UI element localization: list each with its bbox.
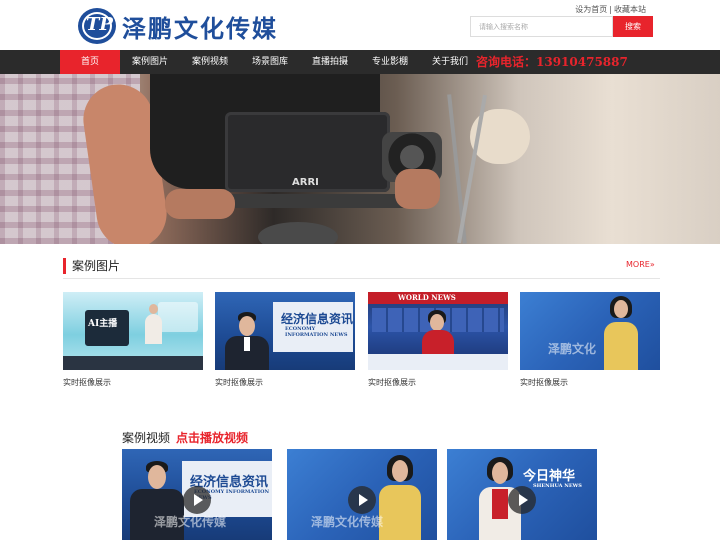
bookmark-link[interactable]: 收藏本站	[614, 5, 646, 14]
section-subtitle-videos: 点击播放视频	[176, 431, 249, 445]
photo-caption[interactable]: 实时抠像展示	[63, 377, 111, 388]
top-links-separator: |	[609, 5, 612, 14]
search-button[interactable]: 搜索	[613, 16, 653, 37]
video-overlay-text: 今日神华	[523, 469, 576, 484]
banner-tripod-leg	[457, 94, 487, 244]
nav-item-home[interactable]: 首页	[60, 50, 120, 74]
anchor-body	[145, 314, 162, 344]
photo-card[interactable]: 经济信息资讯 ECONOMY INFORMATION NEWS	[215, 292, 355, 370]
photo-card[interactable]: AI主播	[63, 292, 203, 370]
main-nav: 首页 案例图片 案例视频 场景图库 直播拍摄 专业影棚 关于我们 咨询电话：13…	[0, 50, 720, 74]
photo-caption[interactable]: 实时抠像展示	[520, 377, 568, 388]
video-watermark: 泽鹏文化传媒	[311, 515, 384, 529]
photo-card[interactable]: 泽鹏文化	[520, 292, 660, 370]
anchor-head	[239, 316, 255, 336]
hero-banner[interactable]: ARRI	[0, 74, 720, 244]
nav-item-scene-library[interactable]: 场景图库	[240, 50, 300, 74]
logo-mark-letters: TP	[86, 14, 113, 35]
nav-item-case-photos[interactable]: 案例图片	[120, 50, 180, 74]
play-icon[interactable]	[508, 486, 536, 514]
nav-item-about[interactable]: 关于我们	[420, 50, 480, 74]
card-overlay-subtext: ECONOMY INFORMATION NEWS	[285, 326, 348, 338]
news-ticker	[368, 354, 508, 370]
video-overlay-subtext: SHENHUA NEWS	[533, 483, 582, 489]
card-overlay-text: WORLD NEWS	[398, 293, 456, 302]
anchor-head	[148, 465, 166, 489]
camera-brand-label: ARRI	[292, 177, 319, 188]
site-logo[interactable]: TP 泽鹏文化传媒	[78, 8, 278, 44]
anchor-head	[430, 314, 444, 331]
logo-icon: TP	[78, 8, 116, 44]
anchor-head	[614, 300, 628, 318]
section-title-photos: 案例图片	[63, 258, 120, 274]
banner-camera-rig	[210, 194, 420, 208]
nav-item-studio[interactable]: 专业影棚	[360, 50, 420, 74]
section-divider	[63, 278, 660, 279]
search-bar: 搜索	[470, 16, 653, 37]
video-card[interactable]: 经济信息资讯 ECONOMY INFORMATION NEWS 泽鹏文化传媒	[122, 449, 272, 540]
studio-panel	[158, 302, 198, 332]
hotline-phone: 咨询电话：13910475887	[476, 55, 628, 69]
video-card[interactable]: 泽鹏文化传媒	[287, 449, 437, 540]
top-links: 设为首页 | 收藏本站	[575, 4, 646, 15]
anchor-head	[392, 460, 408, 482]
banner-follow-focus	[258, 222, 338, 244]
video-watermark: 泽鹏文化传媒	[154, 515, 227, 529]
play-icon[interactable]	[348, 486, 376, 514]
anchor-blouse	[492, 489, 508, 519]
search-input[interactable]	[470, 16, 613, 37]
nav-item-live-shooting[interactable]: 直播拍摄	[300, 50, 360, 74]
photo-caption[interactable]: 实时抠像展示	[368, 377, 416, 388]
nav-item-case-videos[interactable]: 案例视频	[180, 50, 240, 74]
anchor-head	[492, 462, 508, 484]
studio-floor	[63, 356, 203, 370]
logo-text: 泽鹏文化传媒	[122, 13, 278, 43]
banner-hand	[395, 169, 440, 209]
more-link[interactable]: MORE»	[626, 260, 655, 269]
anchor-jacket	[379, 485, 421, 540]
play-icon[interactable]	[183, 486, 211, 514]
anchor-head	[149, 304, 158, 314]
set-home-link[interactable]: 设为首页	[575, 5, 607, 14]
video-card[interactable]: 今日神华 SHENHUA NEWS	[447, 449, 597, 540]
anchor-jacket	[604, 322, 638, 370]
anchor-shirt	[244, 337, 250, 351]
banner-hand	[165, 189, 235, 219]
card-overlay-text: AI主播	[88, 319, 118, 329]
card-watermark: 泽鹏文化	[548, 342, 597, 356]
card-overlay-text: 经济信息资讯	[281, 312, 354, 326]
photo-caption[interactable]: 实时抠像展示	[215, 377, 263, 388]
photo-card[interactable]: WORLD NEWS	[368, 292, 508, 370]
section-title-videos: 案例视频	[122, 431, 171, 445]
